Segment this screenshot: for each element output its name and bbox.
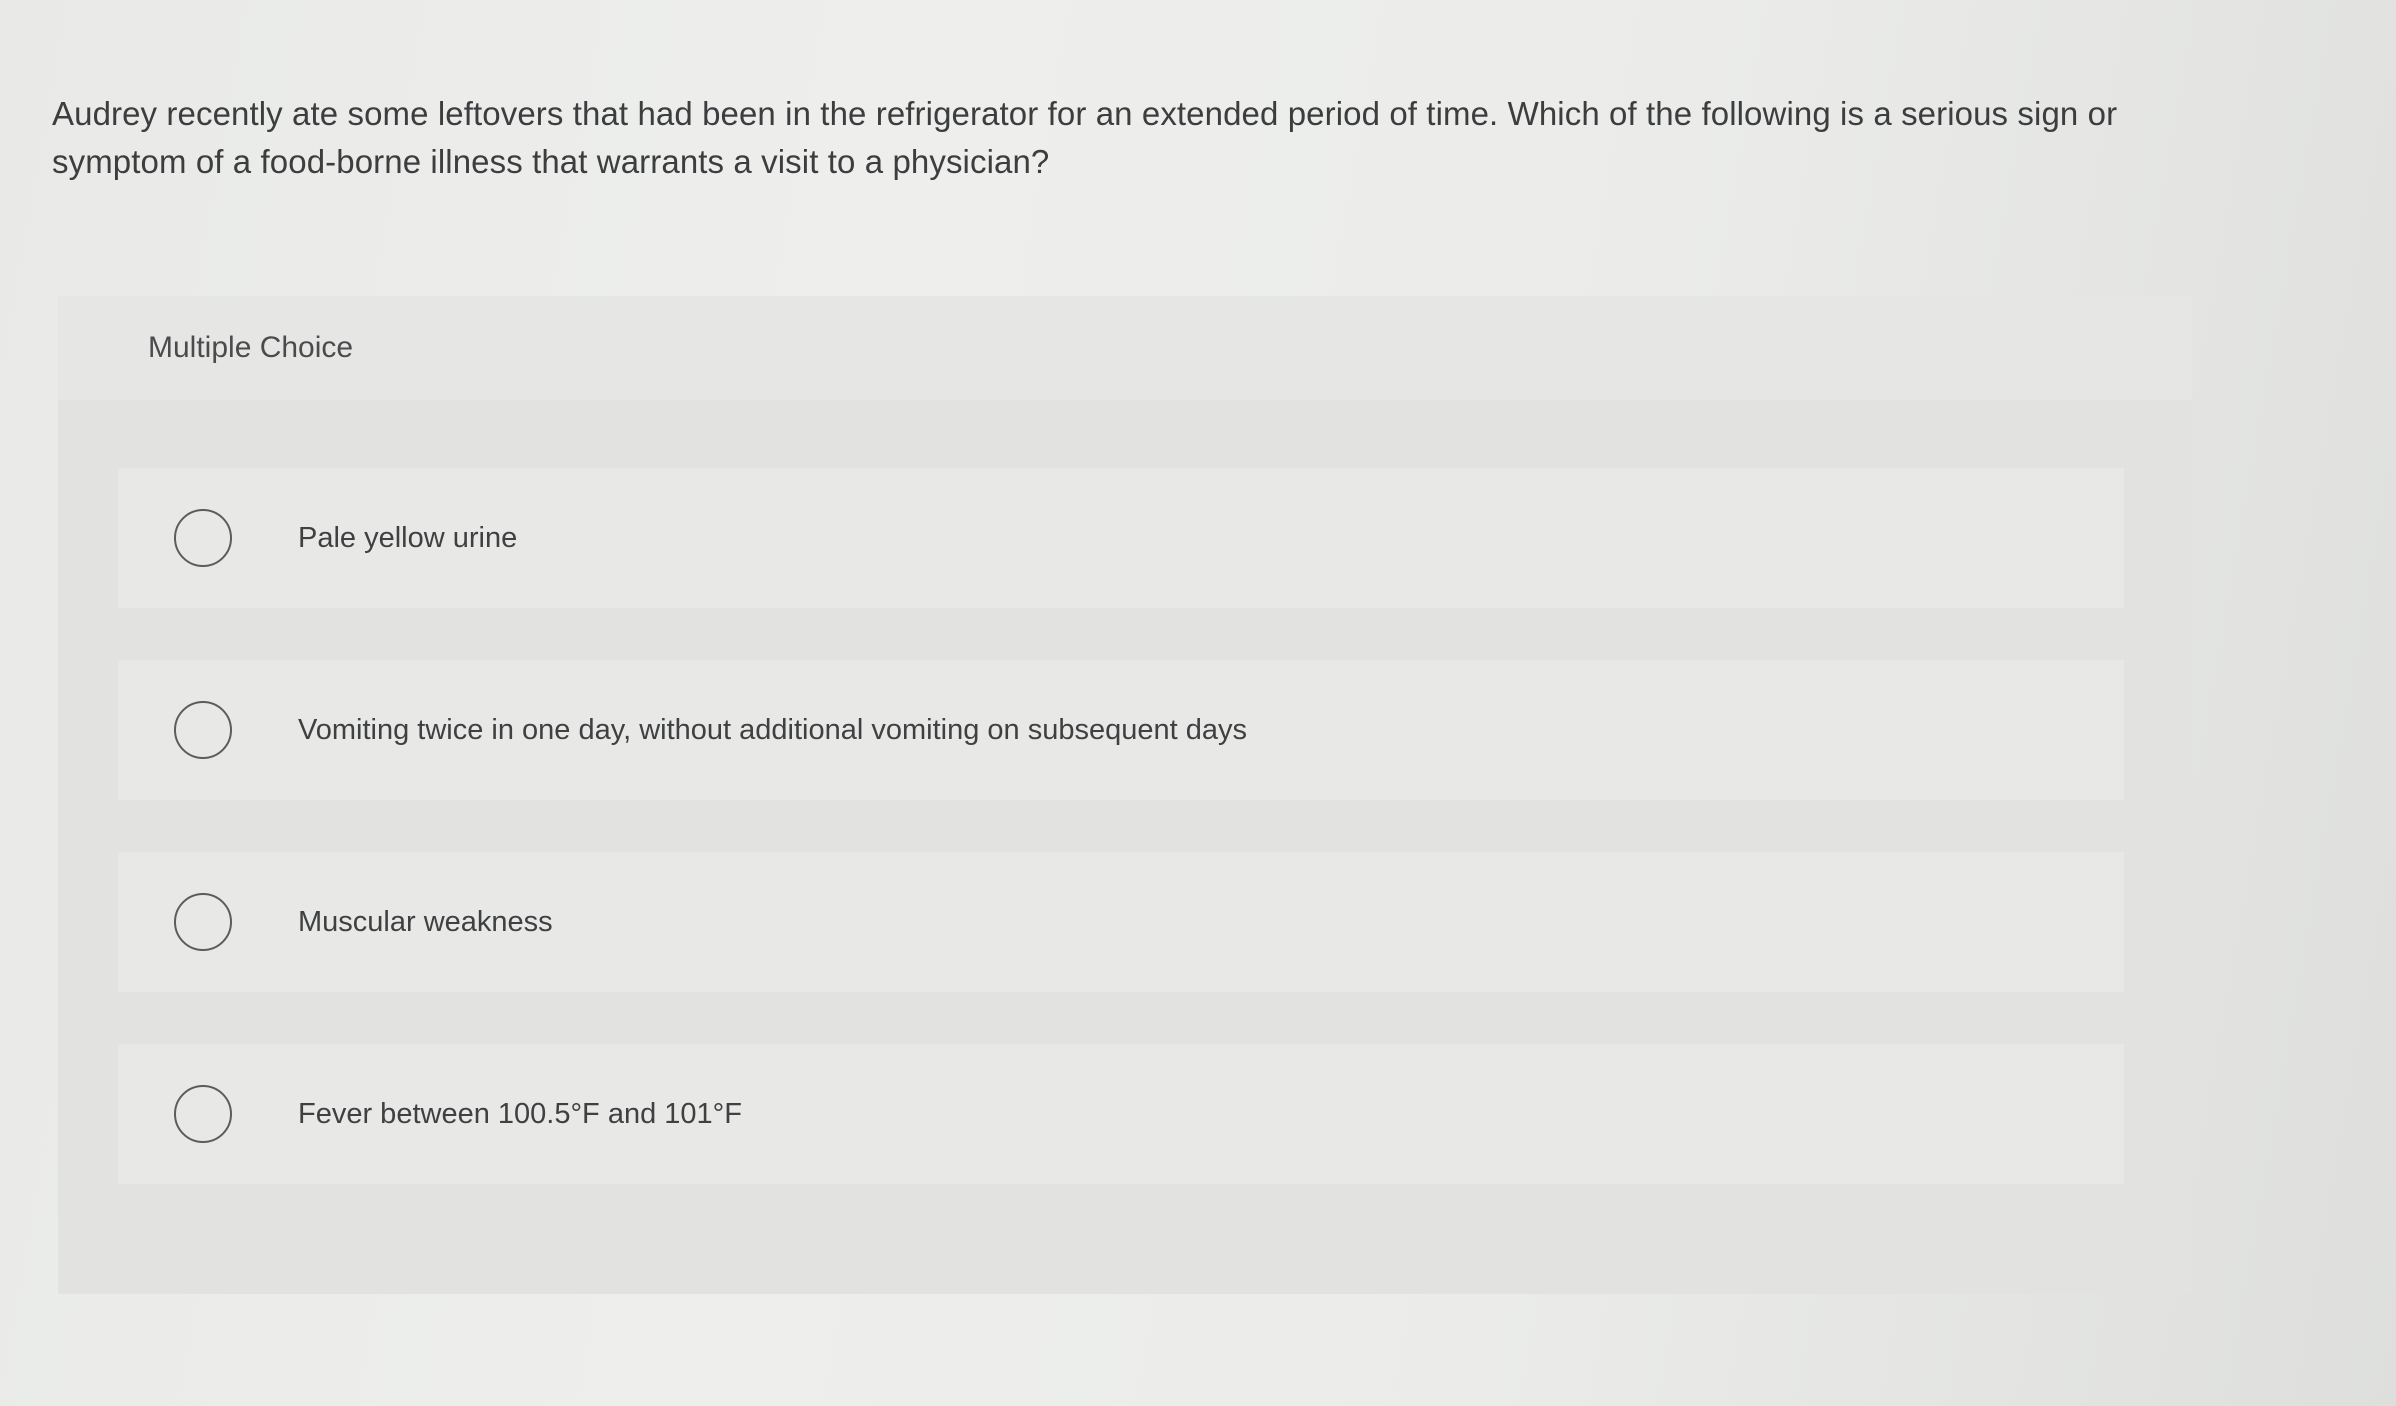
options-list: Pale yellow urine Vomiting twice in one … [118,468,2124,1236]
answer-option-3[interactable]: Muscular weakness [118,852,2124,992]
answer-option-2[interactable]: Vomiting twice in one day, without addit… [118,660,2124,800]
radio-button[interactable] [174,893,232,951]
question-text: Audrey recently ate some leftovers that … [52,95,2118,180]
option-label: Fever between 100.5°F and 101°F [298,1097,742,1130]
multiple-choice-header: Multiple Choice [58,296,2192,400]
option-label: Muscular weakness [298,905,553,938]
radio-button[interactable] [174,509,232,567]
multiple-choice-panel: Multiple Choice Pale yellow urine Vomiti… [58,296,2192,1294]
option-label: Vomiting twice in one day, without addit… [298,713,1247,746]
option-label: Pale yellow urine [298,521,518,554]
answer-option-4[interactable]: Fever between 100.5°F and 101°F [118,1044,2124,1184]
radio-button[interactable] [174,1085,232,1143]
radio-button[interactable] [174,701,232,759]
answer-option-1[interactable]: Pale yellow urine [118,468,2124,608]
